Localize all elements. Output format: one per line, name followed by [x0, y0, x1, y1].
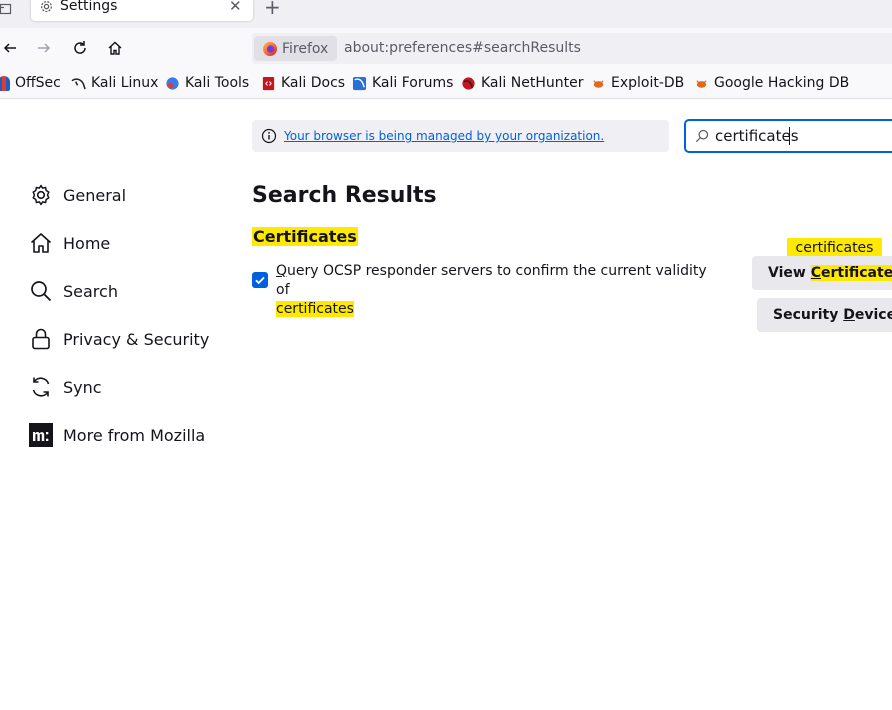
bookmark-kali-nethunter[interactable]: Kali NetHunter — [461, 75, 583, 91]
sidebar-item-sync[interactable]: Sync — [29, 371, 102, 403]
gear-icon — [41, 1, 52, 13]
settings-search-input[interactable]: certificates — [684, 119, 892, 153]
bookmark-offsec[interactable]: OffSec — [0, 75, 61, 91]
access-key: D — [843, 307, 855, 323]
sidebar-item-label: Home — [63, 233, 111, 253]
offsec-icon — [0, 75, 10, 91]
bookmark-label: Kali Docs — [281, 75, 346, 91]
forward-button[interactable] — [34, 38, 54, 58]
forward-arrow-icon — [38, 43, 51, 53]
ocsp-label-text: uery OCSP responder servers to confirm t… — [276, 263, 707, 298]
search-icon — [31, 281, 52, 302]
home-icon — [30, 233, 52, 253]
access-key: Q — [276, 263, 288, 279]
bookmark-kali-tools[interactable]: Kali Tools — [165, 75, 249, 91]
navigation-toolbar: Firefox about:preferences#searchResults — [0, 28, 892, 69]
kali-tools-icon — [166, 76, 179, 90]
bookmark-label: Exploit-DB — [611, 75, 685, 91]
policy-notice: Your browser is being managed by your or… — [252, 120, 669, 152]
mozilla-icon — [29, 423, 53, 447]
exploit-db-bug-icon — [593, 79, 604, 88]
kali-dragon-icon — [71, 77, 86, 89]
kali-forums-icon — [352, 76, 367, 90]
bookmark-google-hacking-db[interactable]: Google Hacking DB — [694, 75, 849, 91]
address-bar[interactable]: Firefox about:preferences#searchResults — [252, 33, 892, 64]
reload-icon — [74, 41, 86, 54]
button-label: Security — [773, 307, 844, 323]
bookmark-label: Kali Tools — [185, 75, 250, 91]
bookmark-kali-docs[interactable]: Kali Docs — [261, 75, 345, 91]
sync-icon — [32, 377, 50, 397]
tab-title: Settings — [60, 0, 118, 14]
bookmarks-toolbar: OffSec Kali Linux Kali Tools Kali Docs K… — [0, 69, 892, 99]
identity-label: Firefox — [282, 40, 329, 57]
sidebar-item-search[interactable]: Search — [29, 275, 118, 307]
firefox-logo-icon — [263, 41, 277, 56]
search-match-highlight: certificates — [276, 301, 354, 317]
reload-button[interactable] — [70, 38, 90, 58]
bookmark-label: Kali Forums — [372, 75, 454, 91]
sidebar-item-label: Privacy & Security — [63, 329, 210, 349]
bookmark-label: Kali NetHunter — [481, 75, 584, 91]
view-certificates-button[interactable]: View Certificates… — [752, 256, 892, 290]
page-title: Search Results — [252, 183, 437, 208]
sidebar-item-label: Search — [63, 281, 118, 301]
tab-list-button[interactable] — [0, 0, 14, 18]
sidebar-item-more-from-mozilla[interactable]: More from Mozilla — [29, 419, 205, 451]
button-label: View — [768, 265, 811, 281]
identity-box[interactable]: Firefox — [254, 36, 338, 61]
bookmark-exploit-db[interactable]: Exploit-DB — [591, 75, 684, 91]
tab-list-icon — [0, 3, 12, 15]
sidebar-item-home[interactable]: Home — [29, 227, 110, 259]
home-button[interactable] — [105, 38, 125, 58]
bookmark-label: OffSec — [15, 75, 61, 91]
ocsp-label[interactable]: Query OCSP responder servers to confirm … — [276, 262, 716, 319]
button-label-rest: evices… — [854, 307, 892, 323]
lock-icon — [32, 328, 50, 350]
kali-docs-icon — [262, 76, 275, 90]
bookmark-label: Google Hacking DB — [714, 75, 850, 91]
button-label-highlight: ertificates — [820, 265, 892, 281]
new-tab-button[interactable]: + — [264, 0, 281, 19]
gear-icon — [32, 184, 50, 206]
search-icon — [695, 129, 709, 143]
info-icon — [261, 128, 277, 144]
bookmark-label: Kali Linux — [91, 75, 159, 91]
ghdb-bug-icon — [696, 79, 707, 88]
home-icon — [108, 41, 122, 55]
text-caret — [789, 127, 790, 145]
bookmark-kali-forums[interactable]: Kali Forums — [352, 75, 453, 91]
sidebar-item-privacy-security[interactable]: Privacy & Security — [29, 323, 209, 355]
sidebar-item-label: Sync — [63, 377, 102, 397]
sidebar-item-label: More from Mozilla — [63, 425, 206, 445]
certificates-section-heading: Certificates — [252, 227, 358, 246]
tab-strip: Settings ✕ + — [0, 0, 892, 28]
search-value: certificates — [715, 127, 799, 145]
bookmark-kali-linux[interactable]: Kali Linux — [71, 75, 158, 91]
security-devices-button[interactable]: Security Devices… — [757, 298, 892, 332]
close-tab-icon[interactable]: ✕ — [229, 0, 242, 15]
ocsp-checkbox[interactable] — [252, 272, 268, 288]
back-button[interactable] — [0, 38, 20, 58]
sidebar-item-general[interactable]: General — [29, 179, 126, 211]
policy-link[interactable]: Your browser is being managed by your or… — [284, 129, 604, 143]
checkmark-icon — [255, 276, 265, 285]
access-key: C — [810, 265, 821, 281]
url-text[interactable]: about:preferences#searchResults — [344, 40, 581, 56]
nethunter-icon — [462, 76, 475, 90]
sidebar-item-label: General — [63, 185, 127, 205]
tab-settings[interactable]: Settings ✕ — [31, 0, 253, 21]
search-match-highlight: Certificates — [810, 265, 892, 281]
back-arrow-icon — [3, 43, 16, 53]
